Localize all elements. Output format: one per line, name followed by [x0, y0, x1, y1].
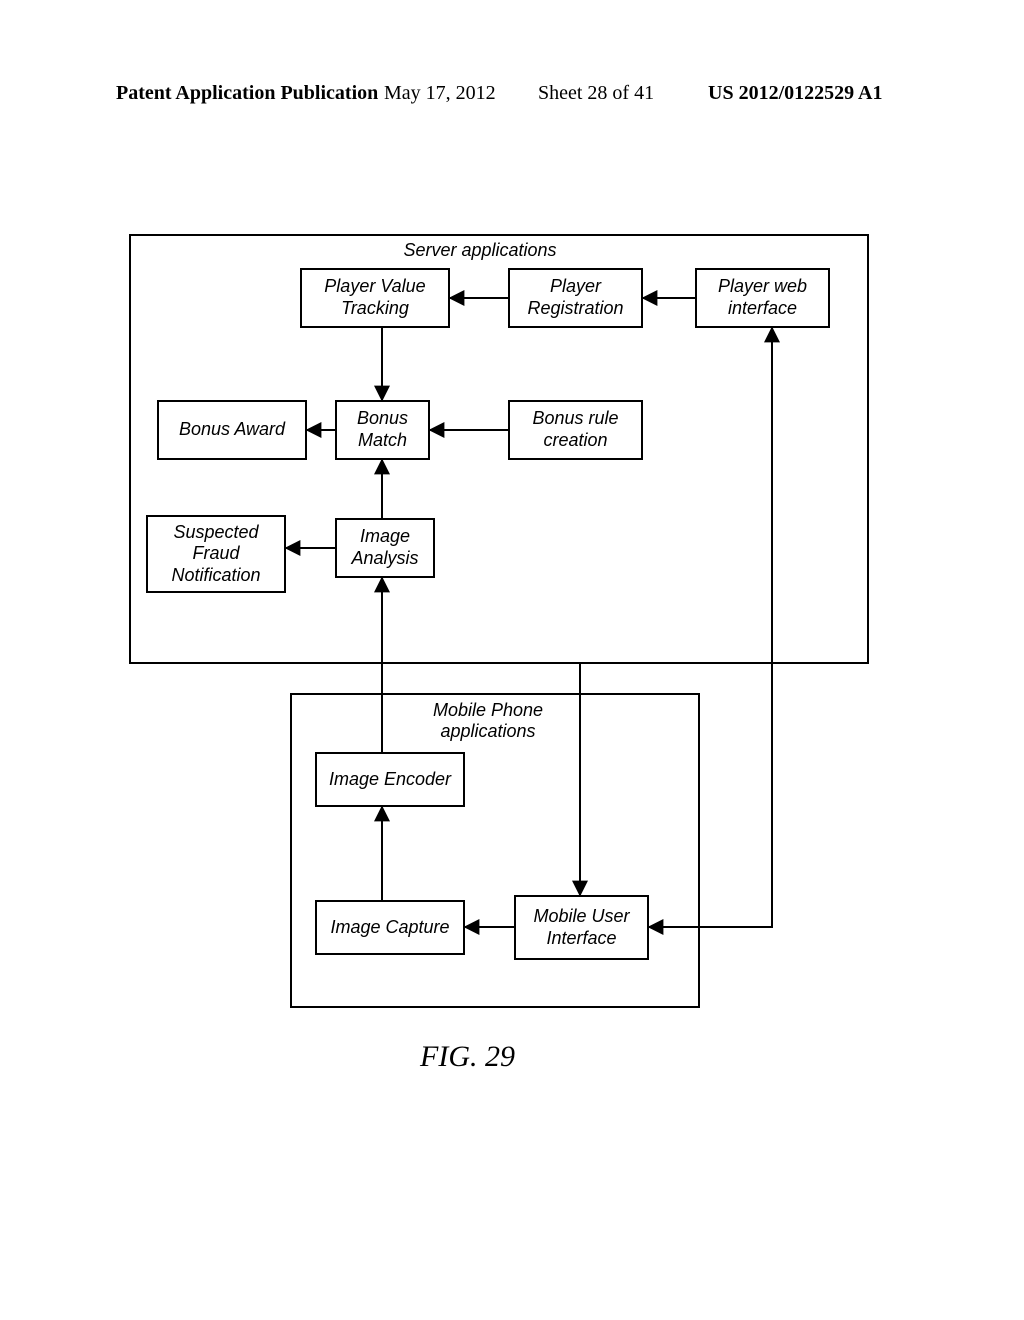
page: Patent Application Publication May 17, 2… — [0, 0, 1024, 1320]
box-bonus-award: Bonus Award — [157, 400, 307, 460]
box-bonus-rule-creation: Bonus rule creation — [508, 400, 643, 460]
box-suspected-fraud: Suspected Fraud Notification — [146, 515, 286, 593]
box-image-capture: Image Capture — [315, 900, 465, 955]
box-player-value-tracking: Player Value Tracking — [300, 268, 450, 328]
box-player-registration: Player Registration — [508, 268, 643, 328]
box-bonus-match: Bonus Match — [335, 400, 430, 460]
box-player-web-interface: Player web interface — [695, 268, 830, 328]
box-image-analysis: Image Analysis — [335, 518, 435, 578]
connector-lines — [0, 0, 1024, 1320]
figure-diagram: Server applications Mobile Phone applica… — [0, 0, 1024, 1320]
box-mobile-ui: Mobile User Interface — [514, 895, 649, 960]
box-image-encoder: Image Encoder — [315, 752, 465, 807]
